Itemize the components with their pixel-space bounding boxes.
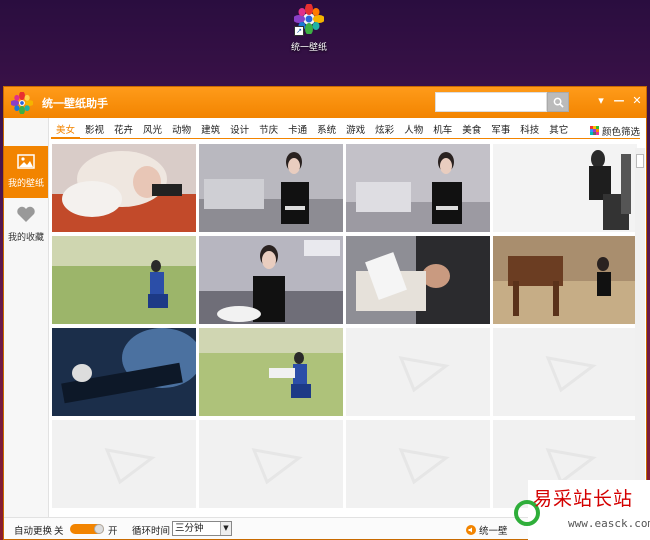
- wallpaper-placeholder: [346, 420, 490, 508]
- wallpaper-thumbnail[interactable]: [493, 144, 637, 232]
- search-box: [435, 92, 569, 112]
- brand-link[interactable]: 统一壁: [466, 523, 508, 537]
- toggle-knob[interactable]: [94, 524, 104, 534]
- category-tab[interactable]: 人物: [399, 123, 428, 139]
- wallpaper-thumbnail[interactable]: [52, 144, 196, 232]
- category-tab[interactable]: 军事: [486, 123, 515, 139]
- category-tab[interactable]: 影视: [80, 123, 109, 139]
- speaker-icon: [466, 525, 476, 535]
- window-title: 统一壁纸助手: [42, 97, 108, 110]
- off-label: 关: [54, 526, 64, 537]
- wallpaper-thumbnail[interactable]: [493, 236, 637, 324]
- category-tab[interactable]: 游戏: [341, 123, 370, 139]
- wallpaper-placeholder: [346, 328, 490, 416]
- color-filter-button[interactable]: 颜色筛选: [589, 124, 640, 138]
- desktop-shortcut[interactable]: ↗ 统一壁纸: [284, 3, 334, 53]
- auto-change-label: 自动更换: [14, 526, 53, 537]
- wallpaper-thumbnail[interactable]: [199, 328, 343, 416]
- shortcut-arrow-icon: ↗: [294, 26, 304, 36]
- sidebar-item-my-wallpapers[interactable]: 我的壁纸: [4, 146, 48, 198]
- category-tab[interactable]: 节庆: [254, 123, 283, 139]
- wallpaper-thumbnail[interactable]: [199, 236, 343, 324]
- menu-dropdown-button[interactable]: ▾: [594, 94, 608, 107]
- wallpaper-thumbnail[interactable]: [346, 144, 490, 232]
- desktop-icon-label: 统一壁纸: [290, 43, 327, 53]
- category-tab[interactable]: 炫彩: [370, 123, 399, 139]
- category-tab[interactable]: 其它: [544, 123, 573, 139]
- wallpaper-thumbnail[interactable]: [199, 144, 343, 232]
- color-filter-label: 颜色筛选: [601, 126, 640, 138]
- category-tab[interactable]: 花卉: [109, 123, 138, 139]
- category-tab[interactable]: 动物: [167, 123, 196, 139]
- image-icon: [17, 154, 35, 169]
- wallpaper-thumbnail[interactable]: [346, 236, 490, 324]
- sidebar-item-my-favorites[interactable]: 我的收藏: [4, 198, 48, 250]
- category-tab[interactable]: 科技: [515, 123, 544, 139]
- on-label: 开: [108, 526, 118, 537]
- wallpaper-placeholder: [52, 420, 196, 508]
- wallpaper-placeholder: [199, 420, 343, 508]
- wallpaper-thumbnail[interactable]: [52, 328, 196, 416]
- sidebar-item-label: 我的壁纸: [7, 179, 44, 189]
- category-tab[interactable]: 美食: [457, 123, 486, 139]
- color-grid-icon: [589, 126, 599, 135]
- close-button[interactable]: ✕: [630, 94, 644, 107]
- app-window: 统一壁纸助手 ▾ — ✕ 我的壁纸 我的收藏 美女 影视 花卉 风光 动物 建筑…: [3, 86, 647, 540]
- category-tab[interactable]: 建筑: [196, 123, 225, 139]
- heart-icon: [17, 206, 35, 222]
- auto-change-toggle[interactable]: [70, 524, 104, 534]
- sidebar: 我的壁纸 我的收藏: [4, 118, 49, 517]
- search-button[interactable]: [547, 92, 569, 112]
- wallpaper-grid: [52, 144, 637, 514]
- wallpaper-placeholder: [493, 328, 637, 416]
- category-tab[interactable]: 机车: [428, 123, 457, 139]
- scrollbar-thumb[interactable]: [636, 154, 644, 168]
- vertical-scrollbar[interactable]: [635, 148, 645, 518]
- watermark-text: 易采站长站: [533, 488, 634, 510]
- search-icon: [553, 97, 564, 108]
- pinwheel-logo-icon: ↗: [293, 3, 325, 36]
- category-tab[interactable]: 卡通: [283, 123, 312, 139]
- cycle-time-value: 三分钟: [175, 523, 204, 534]
- site-watermark: 易采站长站 www.easck.com: [514, 480, 650, 540]
- category-tab[interactable]: 系统: [312, 123, 341, 139]
- brand-label: 统一壁: [479, 526, 508, 537]
- watermark-url: www.easck.com: [568, 517, 650, 530]
- category-bar: 美女 影视 花卉 风光 动物 建筑 设计 节庆 卡通 系统 游戏 炫彩 人物 机…: [51, 123, 640, 139]
- category-tab[interactable]: 风光: [138, 123, 167, 139]
- wallpaper-thumbnail[interactable]: [52, 236, 196, 324]
- cycle-time-select[interactable]: 三分钟 ▼: [172, 521, 232, 536]
- cycle-time-label: 循环时间: [132, 526, 171, 537]
- category-tab[interactable]: 设计: [225, 123, 254, 139]
- minimize-button[interactable]: —: [612, 94, 626, 107]
- sidebar-item-label: 我的收藏: [7, 233, 44, 243]
- chevron-down-icon: ▼: [220, 522, 231, 535]
- category-tab[interactable]: 美女: [51, 123, 81, 139]
- app-logo-icon: [10, 91, 34, 115]
- search-input[interactable]: [435, 92, 547, 112]
- title-bar[interactable]: 统一壁纸助手 ▾ — ✕: [4, 87, 646, 118]
